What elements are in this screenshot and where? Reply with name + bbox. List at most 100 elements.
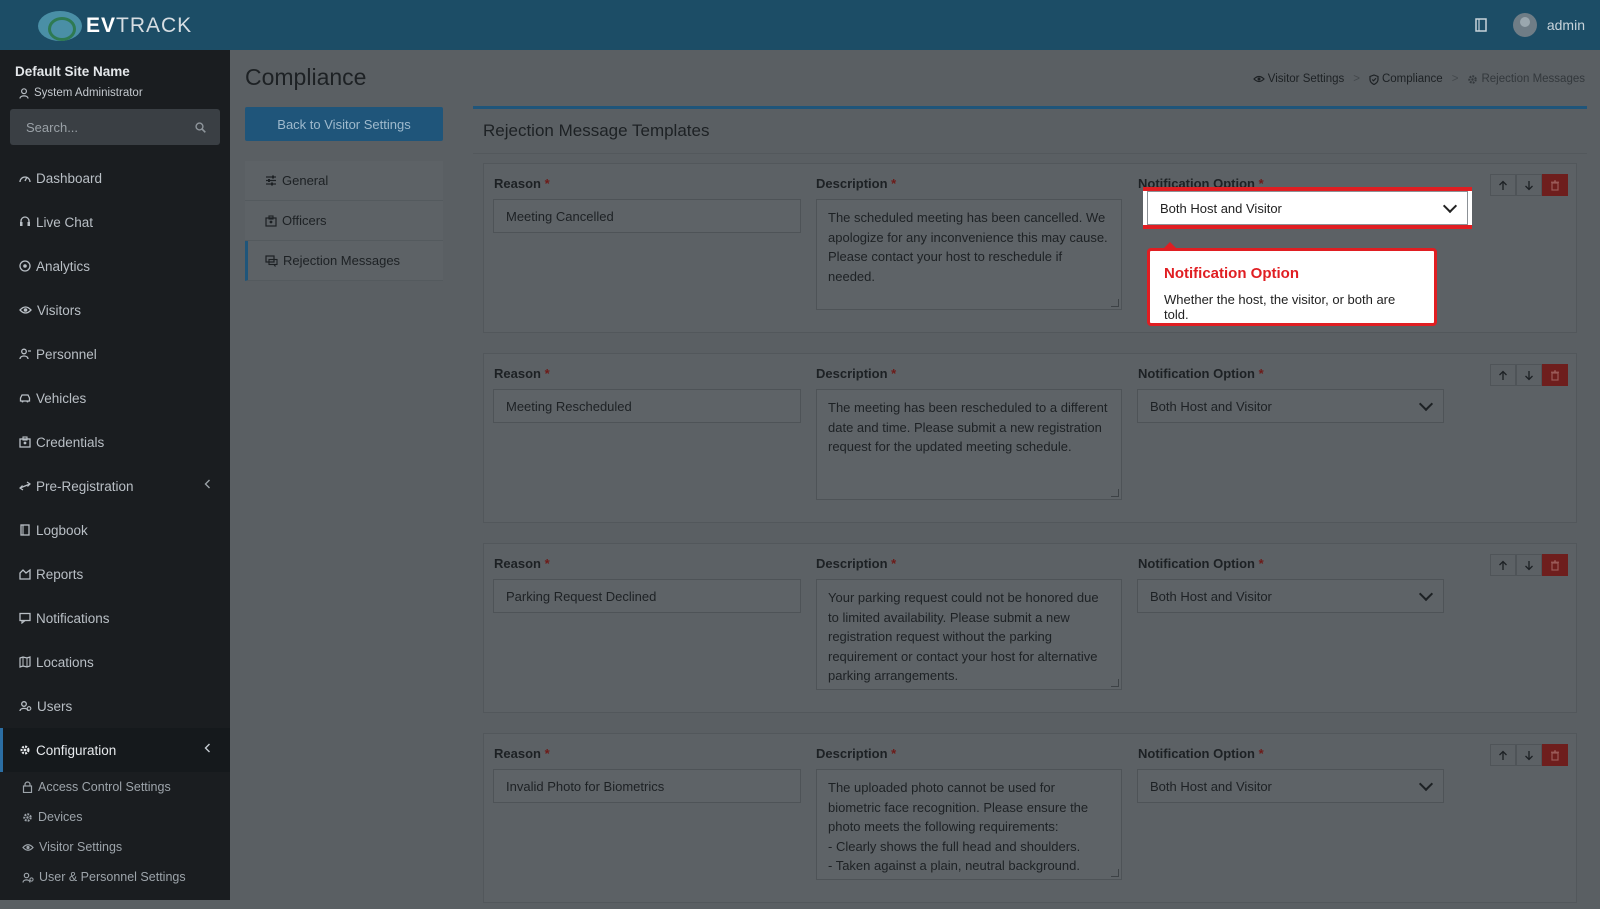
move-down-button[interactable]	[1516, 364, 1542, 386]
arrow-down-icon	[1525, 560, 1533, 570]
move-up-button[interactable]	[1490, 364, 1516, 386]
sidebar-item-analytics[interactable]: Analytics	[0, 244, 230, 288]
sidebar-item-vehicles[interactable]: Vehicles	[0, 376, 230, 420]
reason-input[interactable]: Invalid Photo for Biometrics	[493, 769, 801, 803]
sidebar-item-notifications[interactable]: Notifications	[0, 596, 230, 640]
panel-title: Rejection Message Templates	[483, 121, 710, 140]
breadcrumb-compliance[interactable]: Compliance	[1369, 73, 1443, 85]
lock-icon	[22, 781, 33, 793]
reason-label: Reason *	[494, 556, 550, 571]
message-icon	[19, 612, 31, 624]
sidebar-item-configuration[interactable]: Configuration	[0, 728, 230, 772]
sidebar: Default Site Name System Administrator D…	[0, 50, 230, 900]
move-down-button[interactable]	[1516, 174, 1542, 196]
description-label: Description *	[816, 746, 897, 761]
sidebar-item-dashboard[interactable]: Dashboard	[0, 156, 230, 200]
sidebar-item-visitors[interactable]: Visitors	[0, 288, 230, 332]
arrow-down-icon	[1525, 370, 1533, 380]
sidebar-item-personnel[interactable]: Personnel	[0, 332, 230, 376]
move-up-button[interactable]	[1490, 744, 1516, 766]
back-to-visitor-settings-button[interactable]: Back to Visitor Settings	[245, 107, 443, 141]
move-up-button[interactable]	[1490, 174, 1516, 196]
notification-option-label: Notification Option *	[1138, 556, 1264, 571]
eye-icon	[1252, 75, 1265, 83]
compliance-tabs: General Officers Rejection Messages	[245, 161, 443, 281]
description-textarea[interactable]: The uploaded photo cannot be used for bi…	[816, 769, 1122, 880]
delete-button[interactable]	[1542, 554, 1568, 576]
delete-button[interactable]	[1542, 744, 1568, 766]
reason-input[interactable]: Meeting Rescheduled	[493, 389, 801, 423]
trash-icon	[1551, 749, 1559, 761]
move-down-button[interactable]	[1516, 554, 1542, 576]
sidebar-item-credentials[interactable]: Credentials	[0, 420, 230, 464]
cog-icon	[23, 812, 32, 822]
sidebar-subitem-access-control[interactable]: Access Control Settings	[0, 772, 230, 802]
avatar[interactable]	[1512, 13, 1537, 37]
notification-option-select[interactable]: Both Host and Visitor	[1137, 579, 1444, 613]
sidebar-item-locations[interactable]: Locations	[0, 640, 230, 684]
description-textarea[interactable]: The scheduled meeting has been cancelled…	[816, 199, 1122, 310]
logo-mark-icon	[38, 11, 82, 41]
arrow-down-icon	[1525, 180, 1533, 190]
reason-label: Reason *	[494, 746, 550, 761]
sidebar-nav: Dashboard Live Chat Analytics Visitors P…	[0, 156, 230, 892]
main-content: Compliance Visitor Settings > Compliance…	[230, 50, 1600, 909]
tooltip-title: Notification Option	[1164, 265, 1299, 282]
book-icon[interactable]	[1475, 18, 1487, 32]
sidebar-search-input[interactable]	[24, 118, 178, 136]
arrow-up-icon	[1499, 750, 1507, 760]
eye-icon	[19, 306, 32, 314]
reason-input[interactable]: Parking Request Declined	[493, 579, 801, 613]
tab-officers[interactable]: Officers	[245, 201, 443, 241]
sidebar-subitem-visitor-settings[interactable]: Visitor Settings	[0, 832, 230, 862]
reason-input[interactable]: Meeting Cancelled	[493, 199, 801, 233]
sidebar-item-live-chat[interactable]: Live Chat	[0, 200, 230, 244]
sliders-icon	[266, 175, 276, 186]
user-menu: admin	[1475, 0, 1585, 50]
chevron-down-icon	[1418, 776, 1434, 792]
sidebar-item-users[interactable]: Users	[0, 684, 230, 728]
exchange-icon	[19, 481, 31, 491]
username[interactable]: admin	[1547, 17, 1585, 33]
tab-general[interactable]: General	[245, 161, 443, 201]
delete-button[interactable]	[1542, 174, 1568, 196]
users-icon	[22, 872, 34, 883]
sidebar-subitem-user-personnel-settings[interactable]: User & Personnel Settings	[0, 862, 230, 892]
breadcrumb-visitor-settings[interactable]: Visitor Settings	[1252, 73, 1344, 85]
analytics-icon	[19, 260, 31, 272]
template-card: Reason * Meeting Rescheduled Description…	[483, 353, 1577, 523]
search-icon[interactable]	[195, 121, 206, 133]
map-icon	[19, 656, 31, 668]
chevron-left-icon[interactable]	[204, 743, 211, 753]
notification-option-tooltip: Notification Option Whether the host, th…	[1147, 242, 1437, 326]
tab-rejection-messages[interactable]: Rejection Messages	[245, 241, 443, 281]
shield-icon	[1369, 73, 1379, 85]
notification-option-select[interactable]: Both Host and Visitor	[1137, 389, 1444, 423]
arrow-up-icon	[1499, 180, 1507, 190]
move-down-button[interactable]	[1516, 744, 1542, 766]
badge-icon	[265, 214, 277, 227]
sidebar-subitem-devices[interactable]: Devices	[0, 802, 230, 832]
notification-option-select-highlighted[interactable]: Both Host and Visitor	[1143, 187, 1472, 229]
arrow-down-icon	[1525, 750, 1533, 760]
notification-option-select[interactable]: Both Host and Visitor	[1137, 769, 1444, 803]
move-up-button[interactable]	[1490, 554, 1516, 576]
reports-icon	[19, 568, 31, 580]
evtrack-logo[interactable]: EVTRACK	[38, 10, 198, 42]
notification-option-label: Notification Option *	[1138, 366, 1264, 381]
delete-button[interactable]	[1542, 364, 1568, 386]
user-icon	[19, 87, 29, 99]
reason-label: Reason *	[494, 176, 550, 191]
gear-icon	[1468, 74, 1478, 84]
book-icon	[20, 524, 30, 536]
description-textarea[interactable]: The meeting has been rescheduled to a di…	[816, 389, 1122, 500]
sidebar-item-logbook[interactable]: Logbook	[0, 508, 230, 552]
trash-icon	[1551, 179, 1559, 191]
logo-text: EVTRACK	[86, 14, 193, 37]
description-textarea[interactable]: Your parking request could not be honore…	[816, 579, 1122, 690]
chevron-down-icon	[1418, 396, 1434, 412]
eye-icon	[22, 843, 34, 851]
sidebar-item-reports[interactable]: Reports	[0, 552, 230, 596]
sidebar-item-pre-registration[interactable]: Pre-Registration	[0, 464, 230, 508]
chevron-left-icon[interactable]	[204, 479, 211, 489]
